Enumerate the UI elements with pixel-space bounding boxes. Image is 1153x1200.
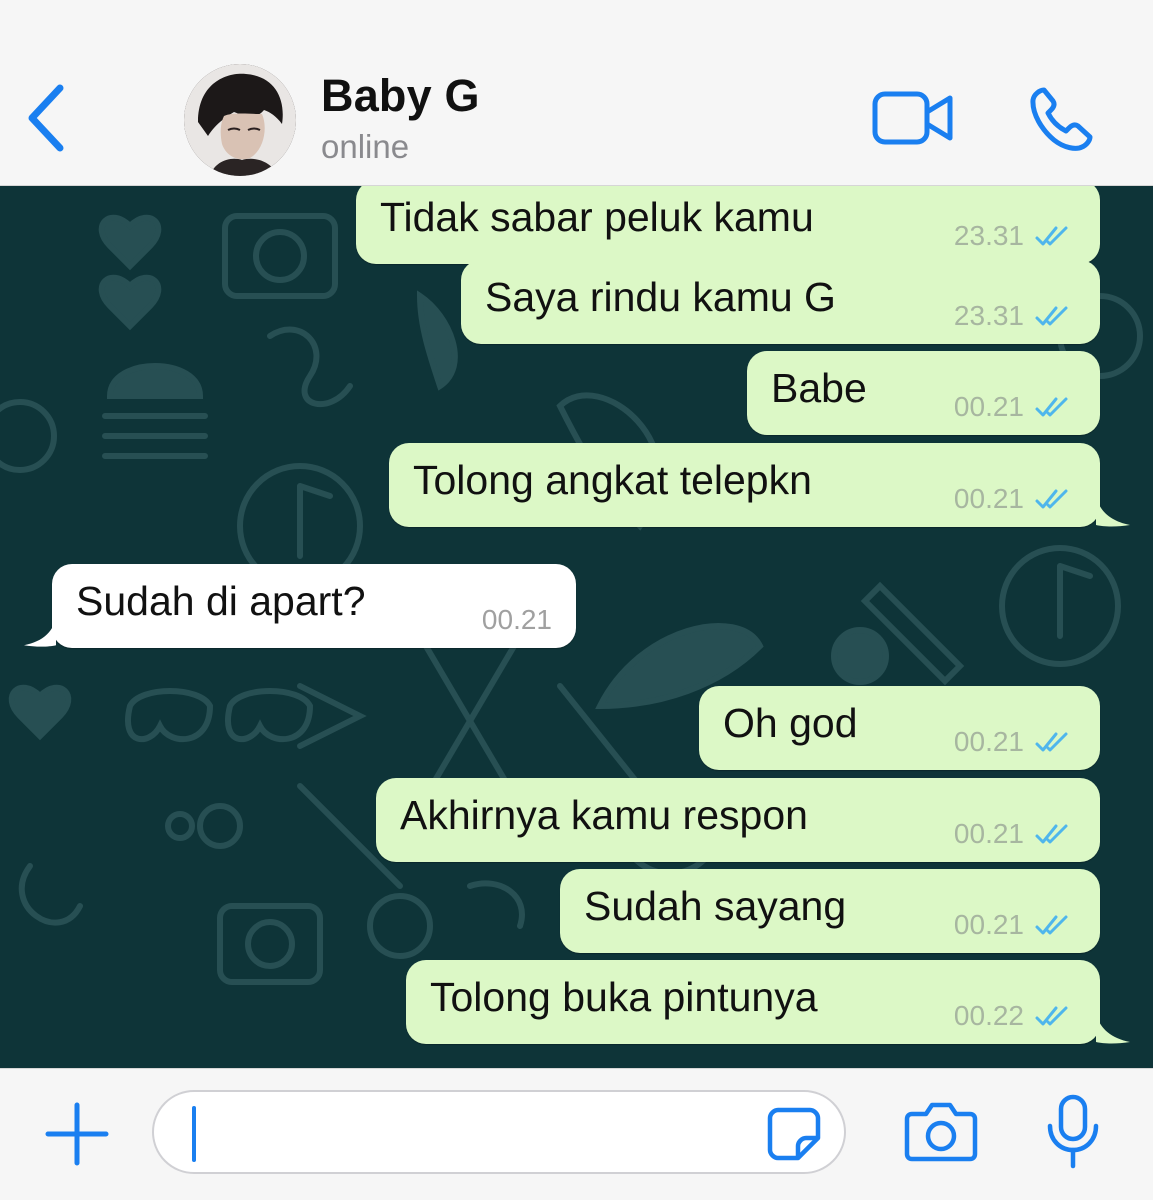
message-time: 23.31 — [953, 220, 1024, 251]
bubble-tail — [1096, 497, 1130, 527]
message-text: Saya rindu kamu G — [485, 274, 836, 320]
message-text: Akhirnya kamu respon — [400, 792, 808, 838]
read-receipt-icon — [1035, 226, 1068, 246]
outgoing-message[interactable]: Tolong buka pintunya 00.22 — [406, 960, 1130, 1044]
read-receipt-icon — [1035, 306, 1068, 326]
read-receipt-icon — [1035, 489, 1068, 509]
text-cursor — [192, 1106, 196, 1162]
message-time: 00.21 — [953, 483, 1024, 514]
contact-avatar[interactable] — [184, 64, 296, 176]
read-receipt-icon — [1035, 397, 1068, 417]
camera-icon[interactable] — [904, 1100, 978, 1162]
outgoing-message[interactable]: Tolong angkat telepkn 00.21 — [389, 443, 1130, 527]
message-text: Tolong buka pintunya — [430, 974, 818, 1020]
message-text: Babe — [771, 365, 867, 411]
read-receipt-icon — [1035, 915, 1068, 935]
read-receipt-icon — [1035, 1006, 1068, 1026]
bubble-tail — [24, 618, 56, 647]
message-input[interactable] — [152, 1090, 846, 1174]
contact-status: online — [321, 128, 410, 165]
message-time: 00.21 — [953, 818, 1024, 849]
message-text: Tolong angkat telepkn — [413, 457, 812, 503]
microphone-icon[interactable] — [1042, 1094, 1104, 1170]
attach-plus-icon[interactable] — [44, 1101, 110, 1167]
message-text: Tidak sabar peluk kamu — [380, 194, 814, 240]
contact-name[interactable]: Baby G — [321, 70, 480, 122]
read-receipt-icon — [1035, 732, 1068, 752]
sticker-icon[interactable] — [766, 1106, 822, 1162]
outgoing-message[interactable]: Saya rindu kamu G 23.31 — [461, 260, 1100, 344]
video-call-icon[interactable] — [870, 88, 956, 148]
chat-area[interactable]: Tidak sabar peluk kamu 23.31 Saya rindu ka… — [0, 186, 1153, 1068]
message-time: 00.21 — [953, 909, 1024, 940]
message-text: Sudah sayang — [584, 883, 847, 929]
message-time: 23.31 — [953, 300, 1024, 331]
message-time: 00.21 — [481, 604, 552, 635]
phone-call-icon[interactable] — [1026, 84, 1096, 154]
message-time: 00.21 — [953, 726, 1024, 757]
avatar-photo — [184, 64, 296, 176]
chat-header: Baby G online — [0, 0, 1153, 186]
read-receipt-icon — [1035, 824, 1068, 844]
outgoing-message[interactable]: Tidak sabar peluk kamu 23.31 — [356, 186, 1100, 264]
message-text: Oh god — [723, 700, 858, 746]
outgoing-message[interactable]: Babe 00.21 — [747, 351, 1100, 435]
back-chevron-icon[interactable] — [22, 80, 72, 156]
outgoing-message[interactable]: Sudah sayang 00.21 — [560, 869, 1100, 953]
message-time: 00.22 — [953, 1000, 1024, 1031]
outgoing-message[interactable]: Oh god 00.21 — [699, 686, 1100, 770]
message-text: Sudah di apart? — [76, 578, 366, 624]
outgoing-message[interactable]: Akhirnya kamu respon 00.21 — [376, 778, 1100, 862]
bubble-tail — [1096, 1014, 1130, 1044]
incoming-message[interactable]: Sudah di apart? 00.21 — [24, 564, 576, 648]
message-time: 00.21 — [953, 391, 1024, 422]
